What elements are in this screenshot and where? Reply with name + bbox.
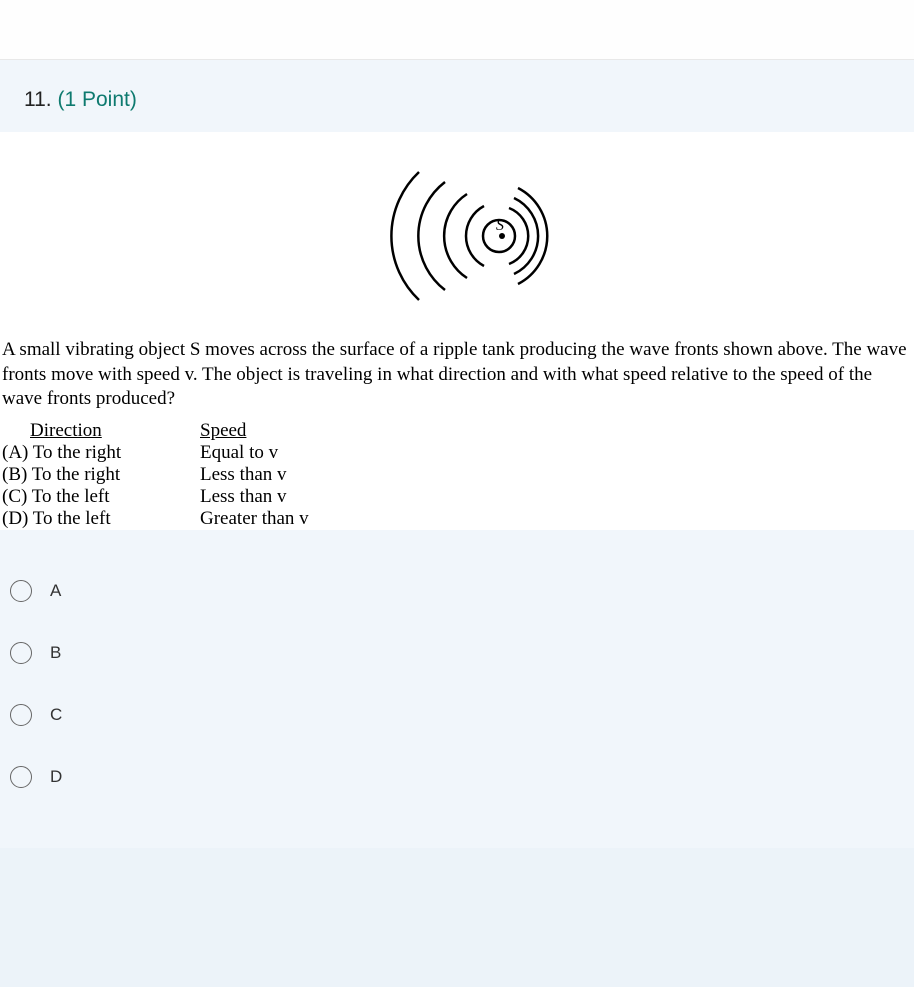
row-label: (B) To the right xyxy=(2,464,200,486)
radio-icon[interactable] xyxy=(10,704,32,726)
row-label: (D) To the left xyxy=(2,508,200,530)
option-d[interactable]: D xyxy=(10,746,904,808)
row-label: (C) To the left xyxy=(2,486,200,508)
question-container: 11. (1 Point) S xyxy=(0,60,914,848)
option-label: B xyxy=(50,643,61,663)
top-spacer xyxy=(0,0,914,60)
table-row: (C) To the left Less than v xyxy=(0,486,914,508)
row-speed: Less than v xyxy=(200,464,287,486)
row-label: (A) To the right xyxy=(2,442,200,464)
radio-icon[interactable] xyxy=(10,766,32,788)
wave-diagram: S xyxy=(0,148,914,338)
header-speed: Speed xyxy=(200,420,246,442)
bottom-spacer xyxy=(0,848,914,948)
question-header: 11. (1 Point) xyxy=(0,60,914,132)
option-label: D xyxy=(50,767,62,787)
option-b[interactable]: B xyxy=(10,622,904,684)
content-area: S A small vibrating object S moves acros… xyxy=(0,132,914,530)
option-label: A xyxy=(50,581,61,601)
answer-table-header: Direction Speed xyxy=(0,420,914,442)
question-points: (1 Point) xyxy=(57,88,136,111)
question-number: 11. xyxy=(24,88,52,111)
table-row: (B) To the right Less than v xyxy=(0,464,914,486)
option-c[interactable]: C xyxy=(10,684,904,746)
question-text: A small vibrating object S moves across … xyxy=(0,338,914,420)
radio-icon[interactable] xyxy=(10,580,32,602)
row-speed: Less than v xyxy=(200,486,287,508)
header-direction: Direction xyxy=(30,420,200,442)
options-area: A B C D xyxy=(0,530,914,848)
table-row: (D) To the left Greater than v xyxy=(0,508,914,530)
table-row: (A) To the right Equal to v xyxy=(0,442,914,464)
option-label: C xyxy=(50,705,62,725)
row-speed: Equal to v xyxy=(200,442,278,464)
row-speed: Greater than v xyxy=(200,508,309,530)
option-a[interactable]: A xyxy=(10,560,904,622)
radio-icon[interactable] xyxy=(10,642,32,664)
ripple-wave-icon: S xyxy=(277,158,637,318)
